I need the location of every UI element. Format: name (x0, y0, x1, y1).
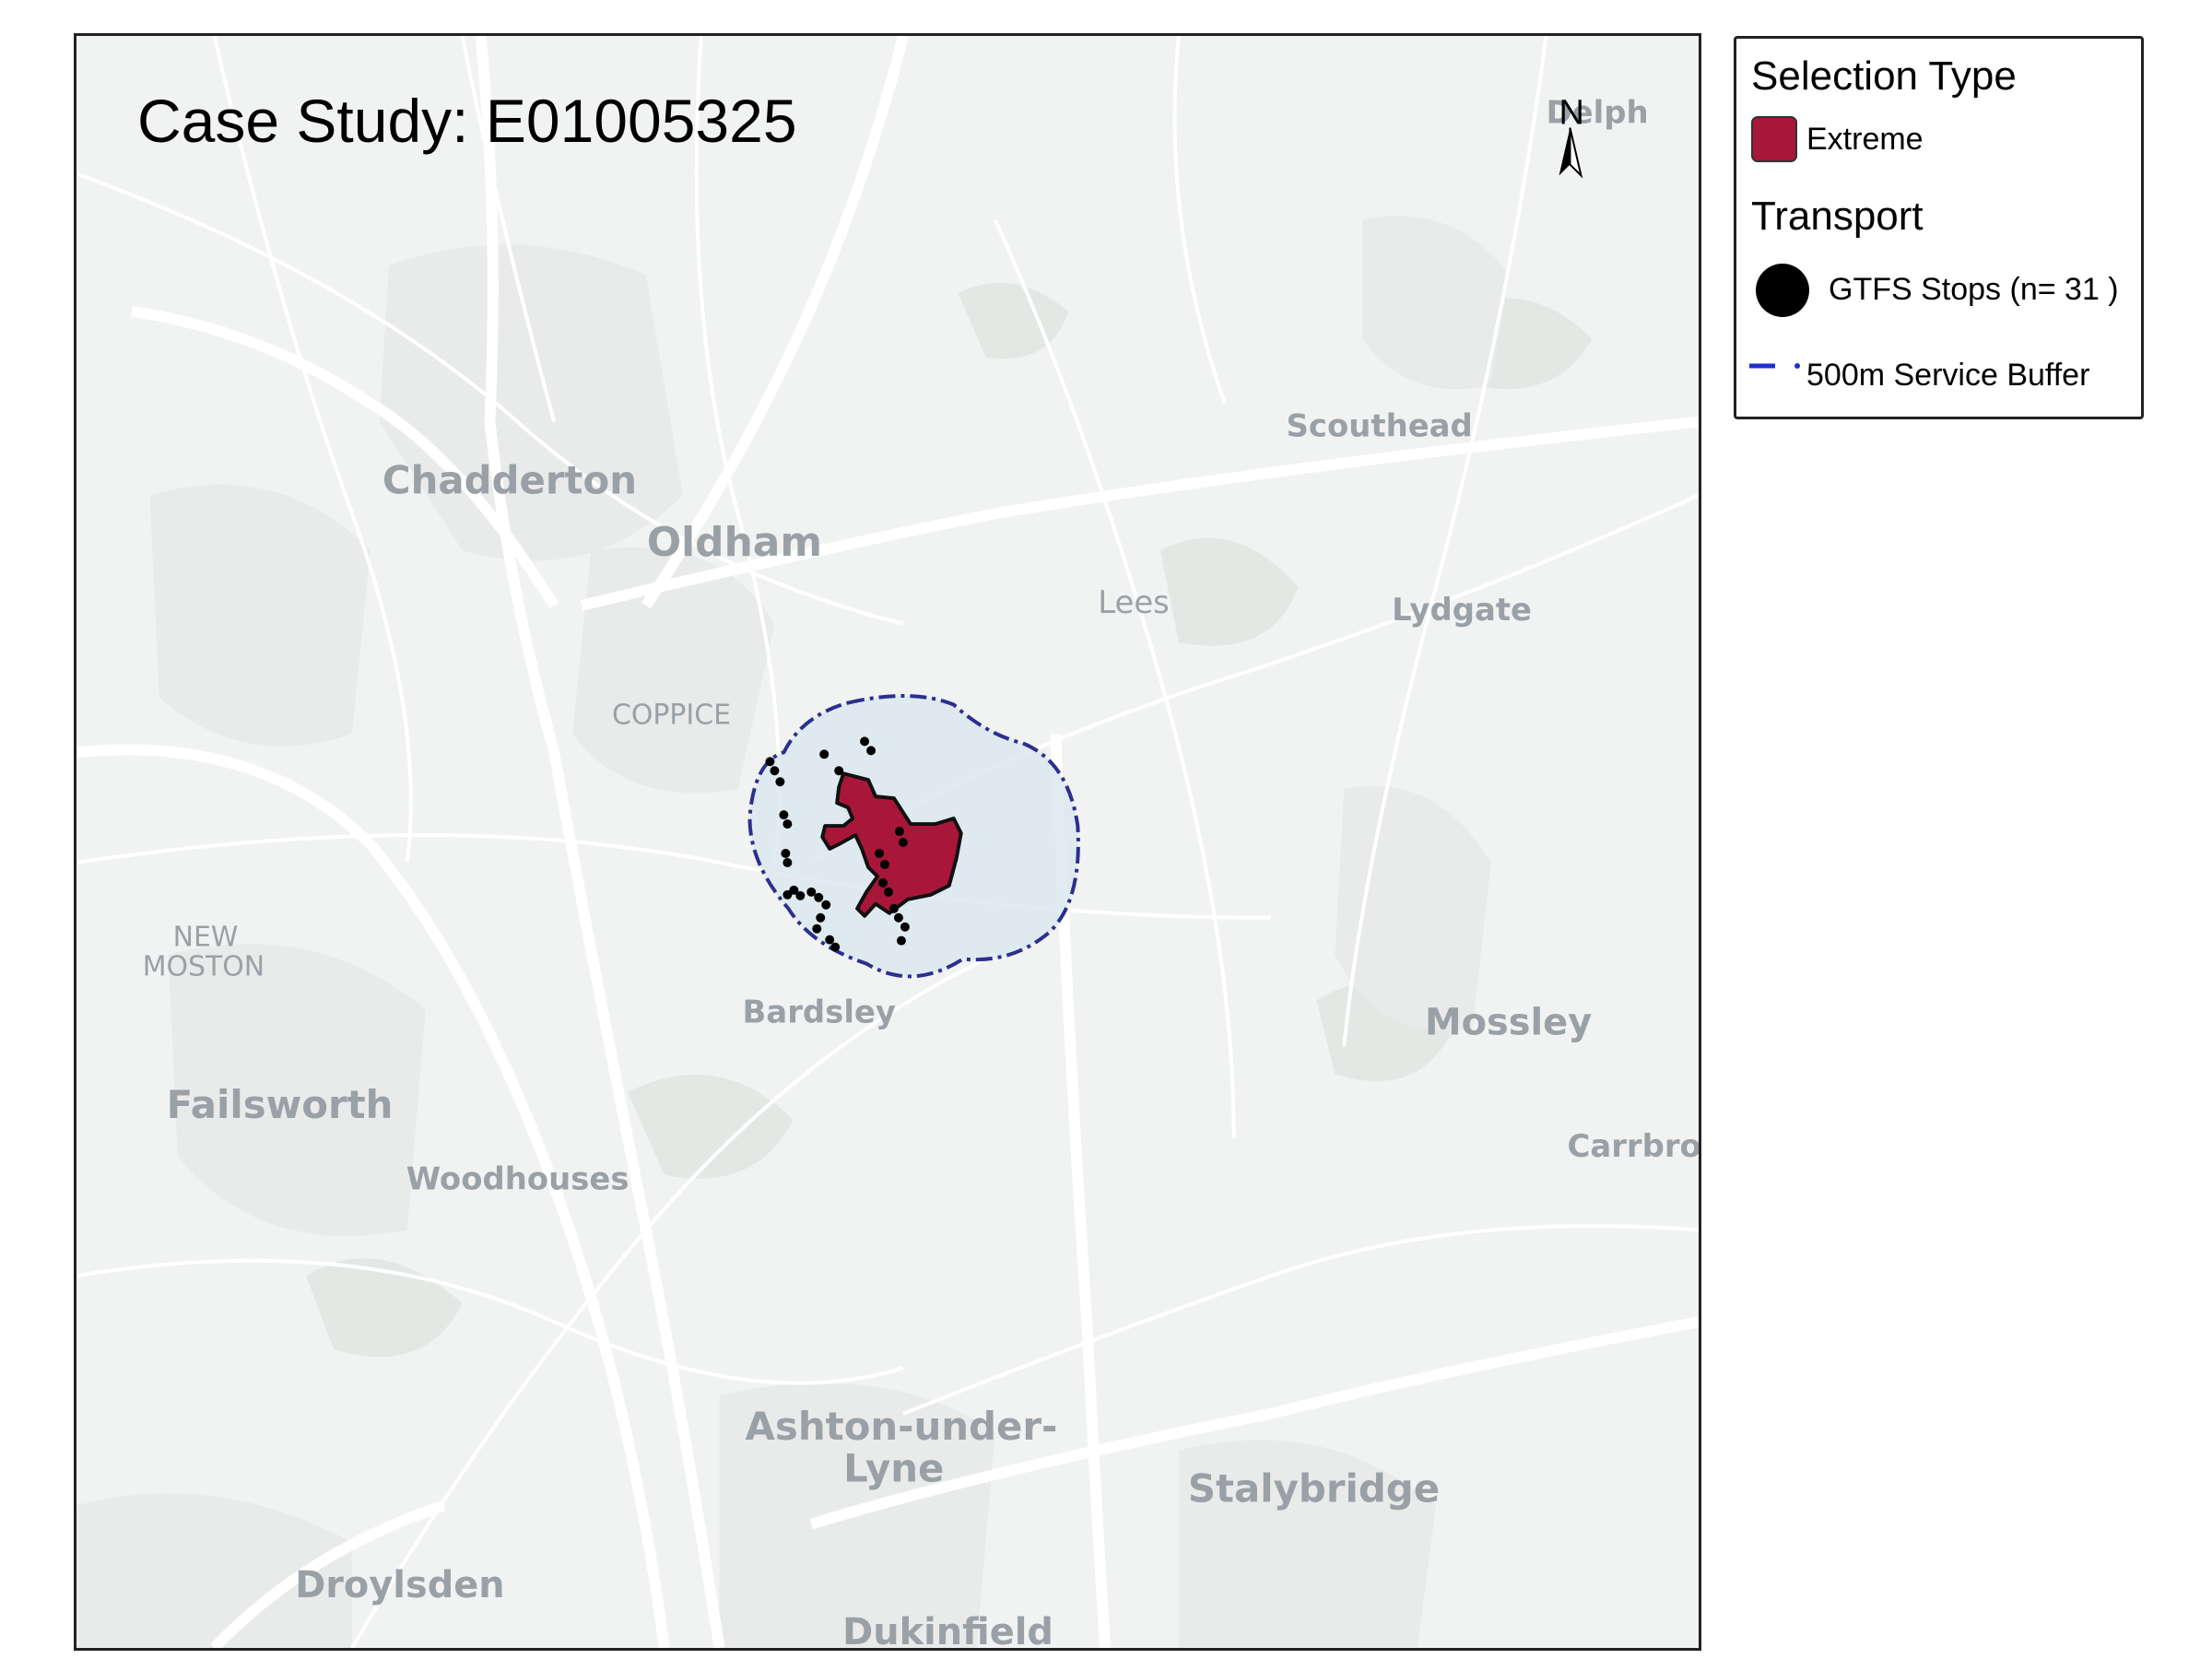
gtfs-stop (781, 848, 791, 858)
gtfs-stop (816, 912, 826, 923)
gtfs-stop (779, 810, 789, 820)
gtfs-stop (894, 827, 904, 837)
gtfs-stop (898, 838, 908, 847)
gtfs-stop (825, 935, 835, 945)
place-label-failsworth: Failsworth (167, 1082, 394, 1127)
map-title: Case Study: E01005325 (137, 87, 797, 155)
place-label-chadderton: Chadderton (382, 457, 637, 502)
gtfs-stop (875, 848, 885, 858)
gtfs-stop (900, 922, 910, 932)
gtfs-stop (896, 935, 906, 946)
north-arrow: N (1559, 94, 1584, 179)
extreme-swatch (1751, 116, 1797, 162)
gtfs-stop (819, 749, 830, 759)
gtfs-stop (880, 859, 889, 869)
gtfs-stop (830, 942, 841, 952)
legend-label-extreme: Extreme (1806, 122, 1924, 157)
gtfs-stop (814, 892, 824, 902)
basemap: Delph Chadderton Oldham Scouthead Lees L… (76, 36, 1699, 1648)
legend-label-stops: GTFS Stops (n= 31 ) (1829, 272, 2119, 307)
place-label-droylsden: Droylsden (295, 1564, 504, 1606)
place-label-bardsley: Bardsley (743, 994, 896, 1030)
gtfs-stop (860, 736, 870, 747)
gtfs-stop (893, 912, 903, 923)
place-label-moston: MOSTON (143, 951, 265, 983)
place-label-mossley: Mossley (1425, 1001, 1592, 1043)
gtfs-stop (878, 877, 888, 888)
place-label-carrbrook: Carrbrook (1567, 1128, 1699, 1164)
gtfs-stop-symbol (1756, 264, 1809, 317)
legend: Selection Type Extreme Transport GTFS St… (1734, 36, 2144, 419)
place-label-coppice: COPPICE (612, 699, 731, 731)
map-panel[interactable]: Delph Chadderton Oldham Scouthead Lees L… (74, 33, 1701, 1651)
gtfs-stop (782, 857, 793, 867)
gtfs-stop (782, 819, 793, 830)
legend-label-buffer: 500m Service Buffer (1806, 358, 2090, 393)
gtfs-stop (812, 924, 822, 934)
place-label-oldham: Oldham (647, 519, 822, 566)
gtfs-stop (821, 900, 831, 910)
place-label-lydgate: Lydgate (1392, 592, 1532, 628)
gtfs-stop (884, 887, 893, 897)
legend-title-transport: Transport (1751, 194, 1924, 239)
gtfs-stop (795, 890, 806, 900)
gtfs-stop (888, 903, 899, 913)
gtfs-stop (866, 746, 877, 756)
buffer-line-symbol (1749, 363, 1800, 369)
north-arrow-label: N (1559, 94, 1584, 133)
place-label-new: NEW (173, 922, 239, 954)
place-label-scouthead: Scouthead (1287, 408, 1473, 444)
place-label-woodhouses: Woodhouses (406, 1161, 629, 1197)
place-label-stalybridge: Stalybridge (1188, 1466, 1440, 1512)
place-label-ashton-1: Ashton-under- (746, 1404, 1058, 1449)
legend-title-selection: Selection Type (1751, 53, 2017, 99)
place-label-ashton-2: Lyne (843, 1446, 944, 1491)
gtfs-stop (775, 777, 785, 787)
place-label-dukinfield: Dukinfield (842, 1611, 1053, 1648)
gtfs-stop (765, 757, 775, 767)
gtfs-stop (770, 766, 780, 776)
gtfs-stop (834, 766, 844, 776)
gtfs-stop (806, 887, 817, 897)
place-label-lees: Lees (1098, 584, 1170, 620)
